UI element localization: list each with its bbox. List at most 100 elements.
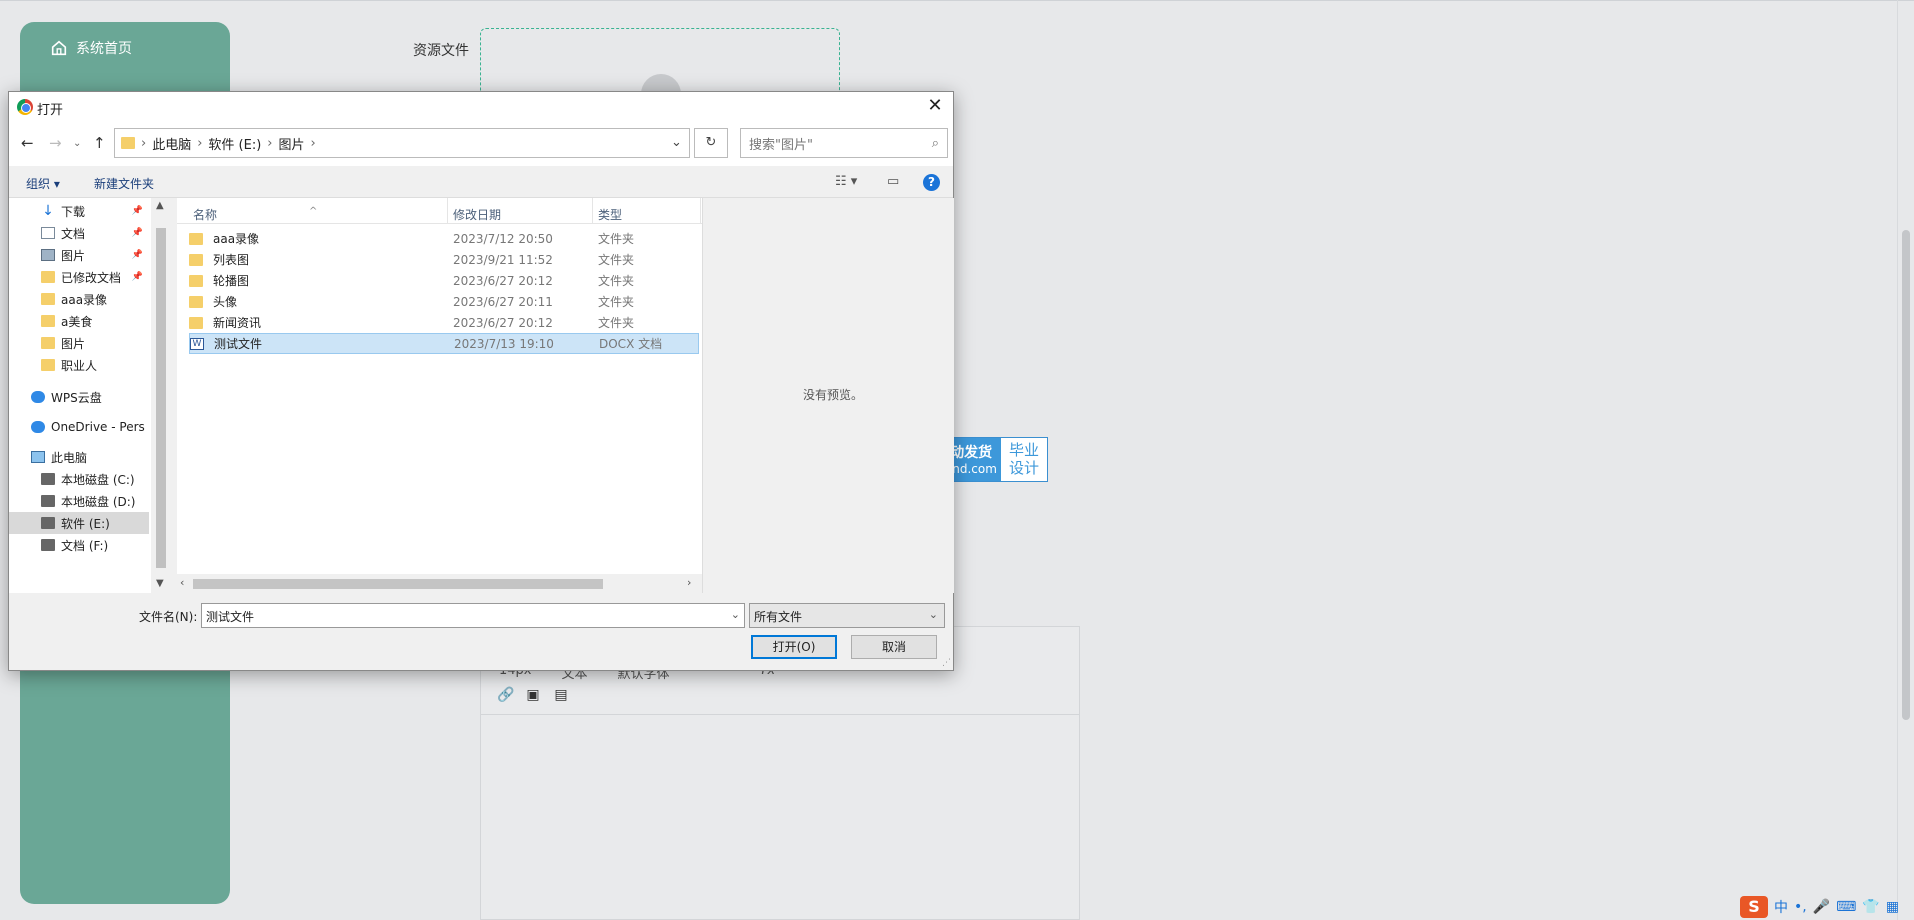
download-icon: ↓ (42, 203, 54, 219)
top-border (0, 0, 1914, 1)
link-icon[interactable]: 🔗 (497, 687, 514, 703)
scroll-right-icon[interactable]: › (687, 576, 691, 589)
file-date: 2023/6/27 20:11 (453, 294, 553, 309)
nav-item-label: OneDrive - Pers (51, 420, 145, 434)
recent-dropdown-icon[interactable]: ⌄ (73, 138, 81, 149)
page-scrollbar[interactable] (1902, 230, 1910, 720)
scroll-down-icon[interactable]: ▼ (156, 578, 164, 589)
search-icon: ⌕ (931, 135, 939, 151)
close-icon[interactable]: ✕ (925, 96, 945, 116)
filename-value: 测试文件 (206, 610, 255, 624)
address-bar[interactable]: › 此电脑 › 软件 (E:) › 图片 › ⌄ (114, 128, 690, 158)
open-button[interactable]: 打开(O) (751, 635, 837, 659)
file-row[interactable]: 轮播图 2023/6/27 20:12 文件夹 (189, 270, 699, 291)
pin-icon: 📌 (131, 206, 143, 216)
view-options-icon[interactable]: ☷ ▾ (835, 174, 857, 189)
pin-icon: 📌 (131, 272, 143, 282)
cloud-icon (31, 391, 45, 403)
nav-scroll-thumb[interactable] (156, 228, 166, 568)
nav-item[interactable]: 文档 📌 (9, 222, 149, 244)
file-name: 轮播图 (213, 274, 250, 288)
filetype-select[interactable]: 所有文件 ⌄ (749, 603, 945, 628)
drive-icon (41, 517, 55, 529)
nav-item[interactable]: 图片 (9, 332, 149, 354)
file-name: aaa录像 (213, 232, 260, 246)
file-row[interactable]: aaa录像 2023/7/12 20:50 文件夹 (189, 228, 699, 249)
folder-icon (189, 274, 203, 287)
scroll-up-icon[interactable]: ▲ (156, 200, 164, 211)
file-row[interactable]: 列表图 2023/9/21 11:52 文件夹 (189, 249, 699, 270)
breadcrumb-pc[interactable]: 此电脑 (152, 134, 191, 153)
computer-icon (31, 451, 45, 463)
chevron-down-icon[interactable]: ⌄ (671, 135, 682, 150)
file-row[interactable]: W 测试文件 2023/7/13 19:10 DOCX 文档 (189, 333, 699, 354)
preview-pane-icon[interactable]: ▭ (887, 174, 899, 189)
help-icon[interactable]: ? (923, 174, 940, 191)
breadcrumb-folder[interactable]: 图片 (279, 134, 305, 153)
file-list-hscrollbar[interactable]: ‹ › (177, 574, 702, 593)
breadcrumb-drive[interactable]: 软件 (E:) (208, 134, 261, 153)
video-icon[interactable]: ▤ (553, 687, 569, 703)
nav-scrollbar[interactable]: ▲ ▼ (151, 198, 171, 593)
resource-file-label: 资源文件 (413, 43, 469, 59)
nav-item[interactable]: 本地磁盘 (C:) (9, 468, 149, 490)
skin-icon[interactable]: 👕 (1862, 899, 1879, 915)
nav-item[interactable]: 本地磁盘 (D:) (9, 490, 149, 512)
nav-item[interactable]: 职业人 (9, 354, 149, 376)
column-type[interactable]: 类型 (598, 206, 622, 223)
resize-grip-icon[interactable]: ⋰ (942, 658, 951, 668)
nav-item-label: 软件 (E:) (61, 516, 110, 531)
file-type: 文件夹 (598, 295, 635, 309)
punctuation-icon[interactable]: •, (1794, 899, 1807, 915)
chrome-icon (17, 99, 33, 115)
nav-item-label: a美食 (61, 314, 93, 329)
nav-item-label: 已修改文档 (61, 270, 122, 285)
cancel-button[interactable]: 取消 (851, 635, 937, 659)
folder-icon (41, 337, 55, 349)
nav-item[interactable]: 软件 (E:) (9, 512, 149, 534)
keyboard-icon[interactable]: ⌨ (1836, 899, 1856, 915)
filename-input[interactable]: 测试文件 ⌄ (201, 603, 745, 628)
nav-item[interactable]: 此电脑 (9, 446, 149, 468)
file-row[interactable]: 新闻资讯 2023/6/27 20:12 文件夹 (189, 312, 699, 333)
folder-icon (189, 253, 203, 266)
nav-item[interactable]: ↓ 下载 📌 (9, 200, 149, 222)
no-preview-text: 没有预览。 (803, 388, 864, 402)
nav-item[interactable]: aaa录像 (9, 288, 149, 310)
file-row[interactable]: 头像 2023/6/27 20:11 文件夹 (189, 291, 699, 312)
upload-area[interactable] (480, 28, 840, 94)
nav-item[interactable]: WPS云盘 (9, 386, 149, 408)
scroll-left-icon[interactable]: ‹ (180, 576, 184, 589)
file-date: 2023/7/12 20:50 (453, 231, 553, 246)
nav-item-label: 文档 (61, 226, 86, 241)
nav-item[interactable]: a美食 (9, 310, 149, 332)
new-folder-button[interactable]: 新建文件夹 (94, 175, 154, 192)
microphone-icon[interactable]: 🎤 (1813, 899, 1830, 915)
grid-icon[interactable]: ▦ (1886, 899, 1899, 915)
back-icon[interactable]: ← (21, 134, 34, 152)
column-date[interactable]: 修改日期 (453, 206, 501, 223)
nav-item[interactable]: 已修改文档 📌 (9, 266, 149, 288)
refresh-icon[interactable]: ↻ (694, 128, 728, 158)
folder-icon (41, 271, 55, 283)
ime-lang[interactable]: 中 (1774, 897, 1788, 917)
drive-icon (41, 473, 55, 485)
organize-button[interactable]: 组织 ▾ (26, 175, 60, 192)
dialog-titlebar: 打开 ✕ (9, 92, 953, 122)
navigation-pane: ↓ 下载 📌 文档 📌 图片 📌 已修改文档 📌 aaa录像 a美食 图片 职业人 WPS云盘 OneDri… (9, 198, 151, 593)
chevron-down-icon[interactable]: ⌄ (731, 608, 740, 621)
chevron-down-icon[interactable]: ⌄ (929, 608, 938, 621)
forward-icon[interactable]: → (49, 134, 62, 152)
sogou-logo-icon[interactable]: S (1740, 896, 1768, 918)
nav-item-label: WPS云盘 (51, 390, 102, 405)
hscroll-thumb[interactable] (193, 579, 603, 589)
sidebar-item-home[interactable]: 系统首页 (50, 38, 132, 58)
sidebar-home-label: 系统首页 (76, 41, 132, 57)
column-name[interactable]: 名称 (193, 206, 217, 223)
image-icon[interactable]: ▣ (525, 687, 541, 703)
nav-item[interactable]: OneDrive - Pers (9, 416, 149, 438)
up-icon[interactable]: ↑ (93, 134, 106, 152)
nav-item[interactable]: 图片 📌 (9, 244, 149, 266)
nav-item[interactable]: 文档 (F:) (9, 534, 149, 556)
search-input[interactable]: 搜索"图片" ⌕ (740, 128, 948, 158)
